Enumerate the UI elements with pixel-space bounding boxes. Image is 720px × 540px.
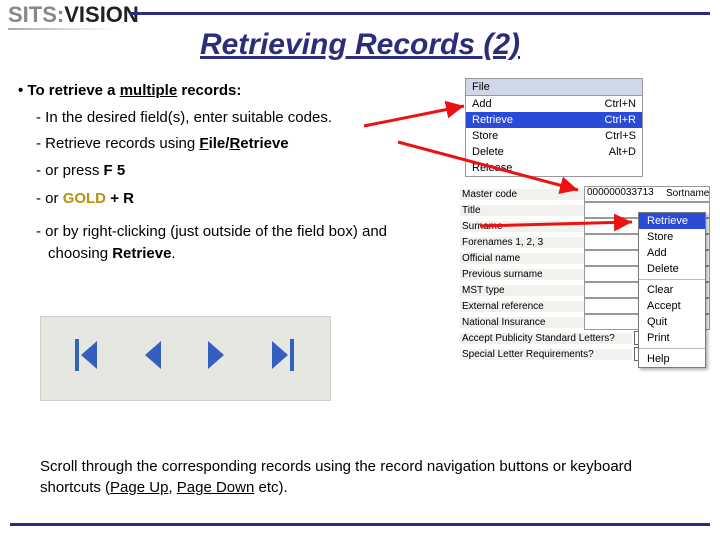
- sortname-label: Sortname: [666, 188, 709, 199]
- nav-last-icon[interactable]: [258, 327, 306, 385]
- ctx-add[interactable]: Add: [639, 245, 705, 261]
- nav-prev-icon[interactable]: [129, 327, 177, 385]
- logo-sits: SITS:: [8, 2, 64, 27]
- ctx-delete[interactable]: Delete: [639, 261, 705, 277]
- record-nav-buttons: [40, 316, 331, 401]
- arrow-to-context: [480, 216, 642, 241]
- nav-first-icon[interactable]: [65, 327, 113, 385]
- bullet-5: or by right-clicking (just outside of th…: [36, 221, 438, 266]
- file-menu-header[interactable]: File: [466, 79, 642, 96]
- slide-title: Retrieving Records (2): [0, 28, 720, 61]
- ctx-help[interactable]: Help: [639, 351, 705, 367]
- menu-item-retrieve[interactable]: RetrieveCtrl+R: [466, 112, 642, 128]
- context-menu: Retrieve Store Add Delete Clear Accept Q…: [638, 212, 706, 368]
- arrow-to-menu: [364, 102, 474, 137]
- top-divider: [130, 12, 710, 15]
- footer-divider: [10, 523, 710, 526]
- ctx-store[interactable]: Store: [639, 229, 705, 245]
- arrow-to-input: [398, 138, 588, 203]
- nav-next-icon[interactable]: [194, 327, 242, 385]
- ctx-print[interactable]: Print: [639, 330, 705, 346]
- menu-item-add[interactable]: AddCtrl+N: [466, 96, 642, 112]
- ctx-quit[interactable]: Quit: [639, 314, 705, 330]
- brand-logo: SITS:VISION: [8, 4, 139, 26]
- ctx-retrieve[interactable]: Retrieve: [639, 213, 705, 229]
- lead-bullet: • To retrieve a multiple records:: [18, 80, 438, 103]
- bullet-3: or press F 5: [36, 160, 438, 183]
- ctx-clear[interactable]: Clear: [639, 282, 705, 298]
- scroll-note: Scroll through the corresponding records…: [40, 456, 680, 498]
- bullet-4: or GOLD + R: [36, 188, 438, 211]
- logo-vision: VISION: [64, 2, 139, 27]
- ctx-accept[interactable]: Accept: [639, 298, 705, 314]
